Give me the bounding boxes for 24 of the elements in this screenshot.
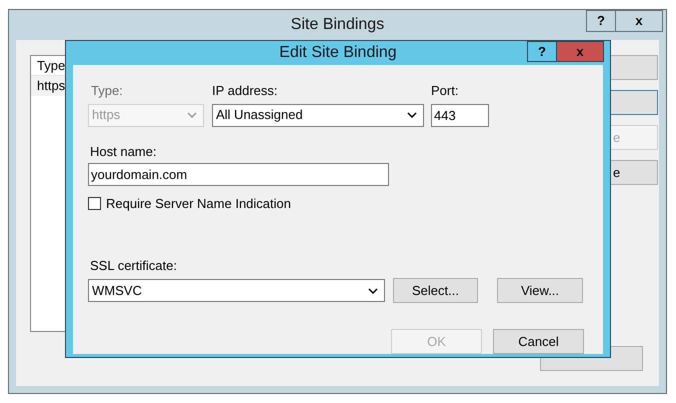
- dialog-x-button[interactable]: x: [557, 41, 604, 62]
- dialog-button[interactable]: Select...: [393, 278, 478, 303]
- host-name-field[interactable]: yourdomain.com: [88, 163, 389, 186]
- help-button[interactable]: ?: [586, 10, 616, 32]
- ssl-certificate-label: SSL certificate:: [89, 256, 178, 274]
- dialog-button[interactable]: Cancel: [493, 329, 584, 354]
- window-title: Site Bindings: [290, 15, 384, 35]
- dialog-title: Edit Site Binding: [279, 43, 397, 63]
- host-name-label: Host name:: [89, 142, 158, 160]
- dropdown-field[interactable]: WMSVC: [88, 279, 385, 302]
- checkbox[interactable]: [88, 197, 101, 210]
- port-field[interactable]: 443: [431, 104, 489, 126]
- checkbox-label: Require Server Name Indication: [106, 195, 291, 213]
- dropdown-field[interactable]: All Unassigned: [212, 104, 424, 126]
- type-label: Type:: [90, 82, 124, 100]
- port-label: Port:: [431, 82, 460, 100]
- window-x-button[interactable]: x: [616, 10, 663, 32]
- help-button[interactable]: ?: [527, 41, 557, 62]
- dialog-button[interactable]: View...: [497, 278, 583, 303]
- chevron-down-icon: [187, 112, 197, 118]
- column-header[interactable]: Type: [37, 56, 66, 76]
- chevron-down-icon: [407, 112, 417, 118]
- chevron-down-icon: [368, 288, 378, 294]
- ip-address-label: IP address:: [212, 82, 279, 100]
